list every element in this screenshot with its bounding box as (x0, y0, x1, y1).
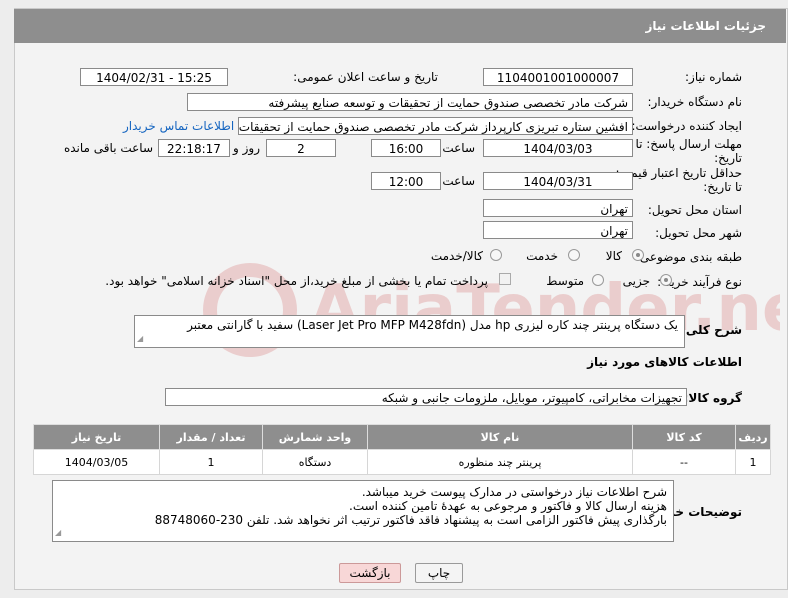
remaining-label: ساعت باقی مانده (63, 141, 153, 155)
payment-note: پرداخت تمام یا بخشی از مبلغ خرید،از محل … (105, 274, 488, 288)
need-number-field: 1104001001000007 (483, 68, 633, 86)
process-radio-minor[interactable] (660, 274, 672, 286)
buyer-notes-textarea: شرح اطلاعات نیاز درخواستی در مدارک پیوست… (52, 480, 674, 542)
description-text: یک دستگاه پرینتر چند کاره لیزری hp مدل (… (187, 318, 678, 332)
buyer-contact-link[interactable]: اطلاعات تماس خریدار (123, 119, 234, 133)
print-button[interactable]: چاپ (415, 563, 463, 583)
resize-handle-icon: ◢ (55, 528, 62, 537)
col-need-date: تاریخ نیاز (33, 424, 160, 450)
category-option-goods: کالا (605, 249, 622, 263)
resize-handle-icon: ◢ (137, 334, 144, 343)
announce-label: تاریخ و ساعت اعلان عمومی: (293, 70, 438, 84)
process-option-minor: جزیی (622, 274, 650, 288)
city-field: تهران (483, 221, 633, 239)
reply-deadline-label: مهلت ارسال پاسخ: تا تاریخ: (635, 137, 742, 165)
days-label: روز و (233, 141, 260, 155)
buyer-note-line: بارگذاری پیش فاکتور الزامی است به پیشنها… (154, 513, 667, 527)
goods-group-field: تجهیزات مخابراتی، کامپیوتر، موبایل، ملزو… (165, 388, 687, 406)
buyer-note-line: هزینه ارسال کالا و فاکتور و مرجوعی به عه… (349, 499, 667, 513)
province-label: استان محل تحویل: (647, 203, 742, 217)
category-radio-service[interactable] (568, 249, 580, 261)
col-unit: واحد شمارش (262, 424, 368, 450)
cell-unit: دستگاه (262, 449, 368, 475)
col-name: نام کالا (367, 424, 633, 450)
page-title: جزئیات اطلاعات نیاز (645, 19, 766, 33)
price-time-field: 12:00 (371, 172, 441, 190)
cell-code: -- (632, 449, 736, 475)
province-field: تهران (483, 199, 633, 217)
need-number-label: شماره نیاز: (685, 70, 742, 84)
buyer-org-label: نام دستگاه خریدار: (647, 95, 743, 109)
announce-field: 1404/02/31 - 15:25 (80, 68, 228, 86)
remaining-time-field: 22:18:17 (158, 139, 230, 157)
goods-group-label: گروه کالا: (683, 391, 742, 405)
col-row: ردیف (735, 424, 771, 450)
category-radio-goods[interactable] (632, 249, 644, 261)
items-table: ردیف کد کالا نام کالا واحد شمارش تعداد /… (33, 424, 771, 475)
reply-time-field: 16:00 (371, 139, 441, 157)
category-option-service: خدمت (526, 249, 558, 263)
cell-row: 1 (735, 449, 771, 475)
process-radio-medium[interactable] (592, 274, 604, 286)
panel-header: جزئیات اطلاعات نیاز (14, 9, 786, 43)
description-textarea: یک دستگاه پرینتر چند کاره لیزری hp مدل (… (134, 315, 685, 348)
treasury-payment-checkbox[interactable] (499, 273, 511, 285)
col-code: کد کالا (632, 424, 736, 450)
requester-label: ایجاد کننده درخواست: (631, 119, 742, 133)
table-header-row: ردیف کد کالا نام کالا واحد شمارش تعداد /… (33, 424, 771, 450)
process-option-medium: متوسط (546, 274, 584, 288)
back-button[interactable]: بازگشت (339, 563, 401, 583)
city-label: شهر محل تحویل: (655, 226, 742, 240)
category-label: طبقه بندی موضوعی: (635, 250, 742, 264)
requester-field: افشین ستاره تبریزی کارپرداز شرکت مادر تخ… (238, 117, 633, 135)
reply-time-label: ساعت (442, 141, 475, 155)
goods-info-title: اطلاعات کالاهای مورد نیاز (587, 355, 742, 369)
table-row: 1 -- پرینتر چند منظوره دستگاه 1 1404/03/… (33, 449, 771, 475)
cell-name: پرینتر چند منظوره (367, 449, 633, 475)
buyer-note-line: شرح اطلاعات نیاز درخواستی در مدارک پیوست… (361, 485, 667, 499)
category-option-both: کالا/خدمت (430, 249, 483, 263)
watermark-logo: AriaTender.neT (203, 263, 780, 357)
cell-quantity: 1 (159, 449, 263, 475)
buyer-org-field: شرکت مادر تخصصی صندوق حمایت از تحقیقات و… (187, 93, 633, 111)
col-quantity: تعداد / مقدار (159, 424, 263, 450)
price-date-field: 1404/03/31 (483, 172, 633, 190)
category-radio-both[interactable] (490, 249, 502, 261)
price-time-label: ساعت (442, 174, 475, 188)
days-field: 2 (266, 139, 336, 157)
reply-date-field: 1404/03/03 (483, 139, 633, 157)
cell-need-date: 1404/03/05 (33, 449, 160, 475)
